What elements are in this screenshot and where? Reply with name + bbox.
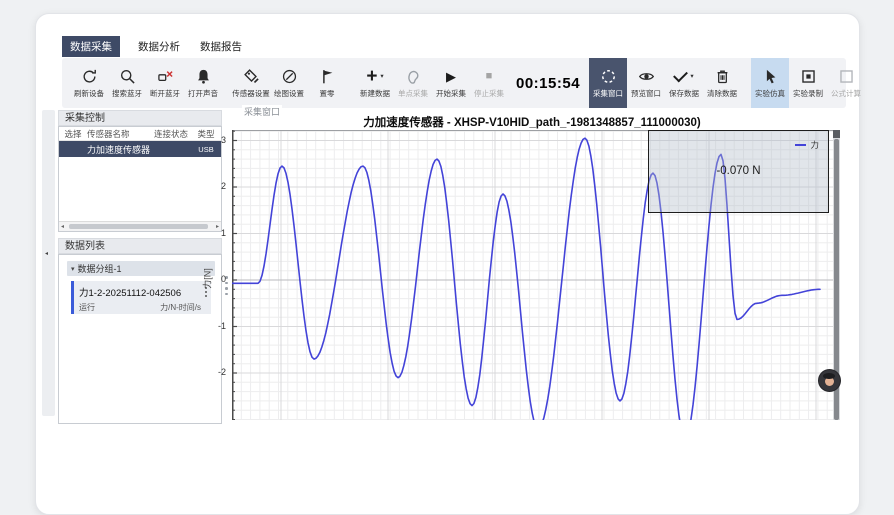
y-axis-tick-label: 2: [198, 181, 226, 191]
button-label: 单点采集: [398, 88, 428, 99]
button-label: 新建数据: [360, 88, 390, 99]
y-axis-tick-label: -2: [198, 367, 226, 377]
scroll-left-icon[interactable]: ◂: [61, 223, 64, 230]
tab-data-collect[interactable]: 数据采集: [62, 36, 120, 57]
timer-display: 00:15:54: [516, 75, 580, 92]
button-label: 绘图设置: [274, 88, 304, 99]
avatar-hair: [823, 373, 835, 379]
single-point-collect-button[interactable]: 单点采集: [394, 58, 432, 108]
button-label: 置零: [320, 88, 335, 99]
draw-settings-button[interactable]: 绘图设置: [270, 58, 308, 108]
y-axis-tick-label: -1: [198, 321, 226, 331]
eye-icon: [638, 67, 655, 86]
chart-title: 力加速度传感器 - XHSP-V10HID_path_-1981348857_1…: [232, 114, 832, 130]
preview-window-button[interactable]: 预览窗口: [627, 58, 665, 108]
scrollbar-thumb[interactable]: [69, 224, 208, 229]
chevron-down-icon: ▾: [71, 265, 75, 273]
col-sensor-name: 传感器名称: [87, 128, 149, 140]
horizontal-scrollbar[interactable]: ◂ ▸: [59, 221, 221, 231]
start-collect-button[interactable]: ▶ 开始采集: [432, 58, 470, 108]
y-axis-tick-label: 1: [198, 228, 226, 238]
toolbar: 刷新设备 搜索蓝牙 断开蓝牙 打开声音 传感器设置 绘图设置 置零 +▾ 新建数…: [62, 58, 846, 108]
scrollbar-top-cap[interactable]: [833, 130, 840, 138]
button-label: 停止采集: [474, 88, 504, 99]
collect-control-header: 采集控制: [58, 110, 222, 126]
collapse-left-icon[interactable]: ◂: [45, 250, 48, 257]
chart-legend: 力: [795, 139, 819, 151]
data-item-title: 力1-2-20251112-042506: [79, 285, 207, 299]
bell-icon: [195, 67, 212, 86]
chevron-down-icon[interactable]: ▾: [690, 74, 693, 80]
main-tab-bar: 数据采集 数据分析 数据报告: [62, 36, 244, 56]
button-label: 实验仿真: [755, 88, 785, 99]
data-item-axes: 力/N-时间/s: [160, 302, 201, 313]
sensor-settings-button[interactable]: 传感器设置: [232, 58, 270, 108]
play-icon: ▶: [446, 69, 456, 84]
experiment-record-button[interactable]: 实验录制: [789, 58, 827, 108]
button-label: 开始采集: [436, 88, 466, 99]
y-axis-tick-label: 3: [198, 135, 226, 145]
cursor-icon: [762, 67, 779, 86]
tab-data-report[interactable]: 数据报告: [198, 36, 244, 57]
button-label: 断开蓝牙: [150, 88, 180, 99]
data-item-card[interactable]: 力1-2-20251112-042506 运行 力/N-时间/s: [71, 281, 211, 314]
trash-icon: [714, 67, 731, 86]
zoom-selection-box[interactable]: -0.070 N 力: [648, 130, 829, 213]
button-label: 刷新设备: [74, 88, 104, 99]
dashed-circle-icon: [600, 67, 617, 86]
capture-window-button[interactable]: 采集窗口: [589, 58, 627, 108]
button-label: 采集窗口: [593, 88, 623, 99]
plus-icon: +: [366, 69, 377, 84]
data-item-status: 运行: [79, 302, 95, 313]
new-data-button[interactable]: +▾ 新建数据: [356, 58, 394, 108]
button-label: 实验录制: [793, 88, 823, 99]
ear-icon: [405, 67, 422, 86]
col-select: 选择: [59, 128, 87, 140]
floating-avatar-button[interactable]: [818, 369, 841, 392]
save-data-button[interactable]: ▾ 保存数据: [665, 58, 703, 108]
sound-toggle-button[interactable]: 打开声音: [184, 58, 222, 108]
chevron-down-icon[interactable]: ▾: [380, 74, 383, 80]
clear-data-button[interactable]: 清除数据: [703, 58, 741, 108]
sensor-table-header: 选择 传感器名称 连接状态 类型: [59, 127, 221, 141]
formula-icon: [838, 67, 855, 86]
button-label: 预览窗口: [631, 88, 661, 99]
experiment-simulate-button[interactable]: 实验仿真: [751, 58, 789, 108]
refresh-device-button[interactable]: 刷新设备: [70, 58, 108, 108]
sidebar-collapse-strip[interactable]: ◂: [42, 110, 55, 416]
disconnect-bluetooth-button[interactable]: 断开蓝牙: [146, 58, 184, 108]
bluetooth-disconnect-icon: [157, 67, 174, 86]
search-bluetooth-button[interactable]: 搜索蓝牙: [108, 58, 146, 108]
formula-calc-button[interactable]: 公式计算: [827, 58, 865, 108]
y-axis-tick-labels: 3 2 1 0 -1 -2: [198, 130, 228, 420]
refresh-icon: [81, 67, 98, 86]
button-label: 传感器设置: [232, 88, 270, 99]
tab-data-analysis[interactable]: 数据分析: [136, 36, 182, 57]
check-icon: [673, 68, 688, 83]
draw-settings-icon: [281, 67, 298, 86]
legend-entry-label: 力: [810, 139, 819, 151]
sensor-name: 力加速度传感器: [87, 143, 149, 156]
stop-collect-button[interactable]: ■ 停止采集: [470, 58, 508, 108]
col-connect-status: 连接状态: [149, 128, 193, 140]
sensor-tag-icon: [243, 67, 260, 86]
legend-line-swatch: [795, 144, 806, 146]
reading-annotation: -0.070 N: [649, 165, 828, 177]
data-group-label: 数据分组-1: [78, 262, 122, 275]
button-label: 清除数据: [707, 88, 737, 99]
zero-button[interactable]: 置零: [308, 58, 346, 108]
search-icon: [119, 67, 136, 86]
button-label: 打开声音: [188, 88, 218, 99]
zero-flag-icon: [319, 67, 336, 86]
button-label: 搜索蓝牙: [112, 88, 142, 99]
button-label: 公式计算: [831, 88, 861, 99]
stop-icon: ■: [486, 69, 493, 84]
record-icon: [800, 67, 817, 86]
sensor-row[interactable]: 力加速度传感器 USB: [59, 141, 221, 157]
button-label: 保存数据: [669, 88, 699, 99]
data-group-row[interactable]: ▾ 数据分组-1: [67, 261, 215, 276]
y-axis-tick-label: 0: [198, 274, 226, 284]
